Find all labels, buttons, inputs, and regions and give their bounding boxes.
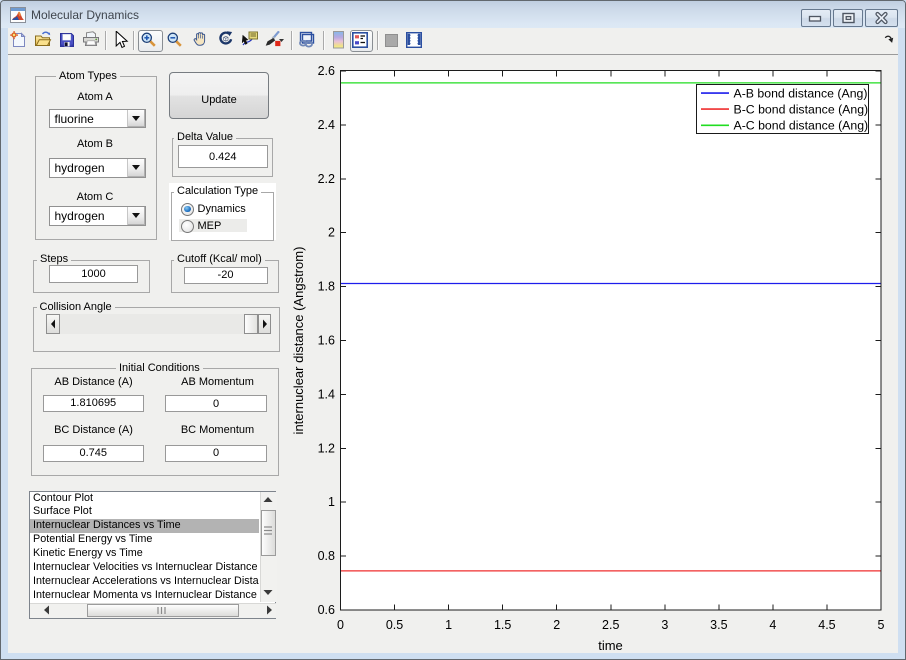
svg-text:2.5: 2.5 <box>602 618 619 632</box>
svg-text:1.6: 1.6 <box>318 334 335 348</box>
svg-text:1.8: 1.8 <box>318 280 335 294</box>
svg-text:0: 0 <box>337 618 344 632</box>
svg-text:B-C bond distance (Ang): B-C bond distance (Ang) <box>734 102 869 116</box>
svg-text:A-B bond distance (Ang): A-B bond distance (Ang) <box>734 86 868 100</box>
svg-text:3: 3 <box>661 618 668 632</box>
svg-text:A-C bond distance (Ang): A-C bond distance (Ang) <box>734 119 869 133</box>
svg-text:2.4: 2.4 <box>318 118 335 132</box>
svg-text:2: 2 <box>553 618 560 632</box>
svg-text:1.2: 1.2 <box>318 441 335 455</box>
svg-text:0.5: 0.5 <box>386 618 403 632</box>
svg-text:4: 4 <box>769 618 776 632</box>
svg-text:4.5: 4.5 <box>818 618 835 632</box>
svg-text:2.2: 2.2 <box>318 172 335 186</box>
svg-text:1.4: 1.4 <box>318 387 335 401</box>
svg-text:time: time <box>598 638 623 653</box>
svg-text:5: 5 <box>878 618 885 632</box>
svg-text:2: 2 <box>328 226 335 240</box>
svg-text:0.8: 0.8 <box>318 549 335 563</box>
svg-text:internuclear distance (Angstro: internuclear distance (Angstrom) <box>291 247 306 435</box>
svg-text:1: 1 <box>445 618 452 632</box>
svg-text:1: 1 <box>328 495 335 509</box>
svg-text:3.5: 3.5 <box>710 618 727 632</box>
svg-text:0.6: 0.6 <box>318 603 335 617</box>
svg-text:2.6: 2.6 <box>318 64 335 78</box>
svg-text:1.5: 1.5 <box>494 618 511 632</box>
